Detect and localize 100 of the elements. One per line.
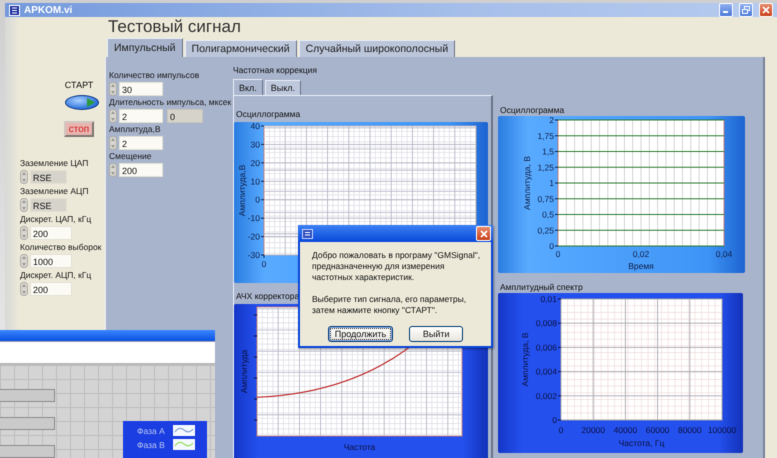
window-title: APKOM.vi <box>24 4 74 16</box>
close-icon <box>762 6 770 14</box>
parameter-label: Длительность импульса, мксек <box>109 97 232 108</box>
axis-label: Амплитуда <box>239 350 249 394</box>
wave-icon <box>173 439 195 450</box>
numeric-field[interactable]: 1000 <box>30 254 72 268</box>
numeric-field[interactable]: 2 <box>119 136 163 150</box>
tick-label: 0,006 <box>536 342 557 352</box>
axis-label: Амплитуда, В <box>522 156 532 210</box>
spinner-icon[interactable] <box>109 109 117 123</box>
dialog-button[interactable]: Выйти <box>409 326 464 342</box>
tick-label: 0,5 <box>542 210 554 220</box>
ring-selector[interactable]: RSE <box>30 198 67 212</box>
close-button[interactable] <box>476 226 491 241</box>
spinner-icon[interactable] <box>20 170 28 184</box>
tick-label: 60000 <box>646 425 670 435</box>
tab[interactable]: Случайный широкополосный <box>298 40 456 57</box>
dialog-message: Выберите тип сигнала, его параметры, затем нажмите кнопку "СТАРТ". <box>312 294 468 316</box>
panel-title: Тестовый сигнал <box>107 17 241 38</box>
tick-label: 0 <box>552 415 557 425</box>
tab[interactable]: Выкл. <box>264 80 302 95</box>
maximize-button[interactable] <box>739 3 753 17</box>
setting-label: Дискрет. ЦАП, кГц <box>20 214 92 225</box>
tab[interactable]: Вкл. <box>233 79 263 95</box>
tick-label: 0 <box>262 259 266 269</box>
tick-label: 40000 <box>614 425 638 435</box>
tick-label: 0 <box>556 249 560 259</box>
tick-label: 20000 <box>581 425 606 435</box>
tick-label: -30 <box>248 250 260 260</box>
restore-icon <box>742 6 750 14</box>
tick-label: 0,25 <box>537 225 554 236</box>
readout-field: 0 <box>167 109 203 123</box>
axis-label: Время <box>628 261 654 271</box>
spinner-icon[interactable] <box>20 254 28 268</box>
parameter-label: Амплитуда,В <box>109 124 162 135</box>
tick-label: 0 <box>549 241 554 251</box>
tab[interactable]: Импульсный <box>107 38 183 57</box>
spinner-icon[interactable] <box>20 198 28 212</box>
tick-label: 0,02 <box>632 249 650 259</box>
ring-selector[interactable]: RSE <box>30 170 67 184</box>
minimize-button[interactable] <box>719 3 733 17</box>
spinner-icon[interactable] <box>109 82 117 96</box>
setting-label: Заземление АЦП <box>20 186 90 197</box>
numeric-field[interactable]: 200 <box>119 163 163 177</box>
play-icon <box>87 98 95 107</box>
tick-label: 1,75 <box>537 130 554 141</box>
graph-title: Осциллограмма <box>235 109 300 119</box>
parameter-label: Количество импульсов <box>109 70 200 81</box>
numeric-field[interactable]: 2 <box>119 109 163 123</box>
tick-label: 2 <box>549 116 554 125</box>
dialog-button[interactable]: Продолжить <box>328 326 394 342</box>
graph-title: Амплитудный спектр <box>499 282 584 292</box>
tick-label: 30 <box>250 139 260 150</box>
graph-title: АЧХ корректора <box>235 291 300 301</box>
close-icon <box>480 230 488 238</box>
axis-label: Амплитуда, В <box>520 332 530 386</box>
start-button[interactable] <box>65 95 99 110</box>
setting-label: Количество выборок <box>20 242 102 253</box>
axis-label: Частота <box>344 442 376 452</box>
setting-label: Дискрет. АЦП, кГц <box>20 270 92 281</box>
axis-label: Амплитуда,В <box>237 164 247 216</box>
spinner-icon[interactable] <box>109 136 117 150</box>
tick-label: 0,004 <box>536 366 557 377</box>
dialog-message: Добро пожаловать в програму "GMSignal", предназначенную для измерения частотных характеристик. <box>312 250 481 283</box>
start-label: СТАРТ <box>64 80 94 90</box>
close-button[interactable] <box>759 3 773 17</box>
tick-label: 1,25 <box>537 162 554 172</box>
numeric-field[interactable]: 200 <box>30 282 72 296</box>
tick-label: 40 <box>250 122 260 131</box>
setting-label: Заземление ЦАП <box>20 158 90 169</box>
tick-label: 0,04 <box>716 249 732 259</box>
tick-label: 10 <box>250 176 260 186</box>
tick-label: 1 <box>549 178 554 188</box>
tab[interactable]: Полигармонический <box>184 40 297 57</box>
app-icon <box>302 228 313 238</box>
tick-label: 1,5 <box>542 146 554 156</box>
tick-label: 0,002 <box>536 390 557 401</box>
wave-icon <box>173 425 195 436</box>
tick-label: 0 <box>255 194 260 205</box>
axis-label: Частота, Гц <box>618 438 664 448</box>
tick-label: 0,008 <box>536 318 557 328</box>
legend-label: Фаза А <box>137 426 166 436</box>
numeric-field[interactable]: 30 <box>119 82 163 96</box>
spinner-icon[interactable] <box>109 163 117 177</box>
tick-label: 100000 <box>708 425 736 435</box>
tick-label: 20 <box>250 158 260 168</box>
section-label: Частотная коррекция <box>233 65 318 76</box>
app-icon <box>9 4 20 16</box>
legend-label: Фаза В <box>137 440 166 450</box>
spinner-icon[interactable] <box>20 282 28 296</box>
numeric-field[interactable]: 200 <box>30 226 72 240</box>
tick-label: 80000 <box>678 425 702 435</box>
tick-label: -10 <box>248 213 260 224</box>
parameter-label: Смещение <box>109 151 153 162</box>
graph-title: Осциллограмма <box>499 105 566 115</box>
spinner-icon[interactable] <box>20 226 28 240</box>
tick-label: 0,75 <box>537 194 554 204</box>
tick-label: 0 <box>558 425 564 435</box>
tick-label: 0,01 <box>540 294 557 304</box>
tick-label: -20 <box>248 232 260 242</box>
